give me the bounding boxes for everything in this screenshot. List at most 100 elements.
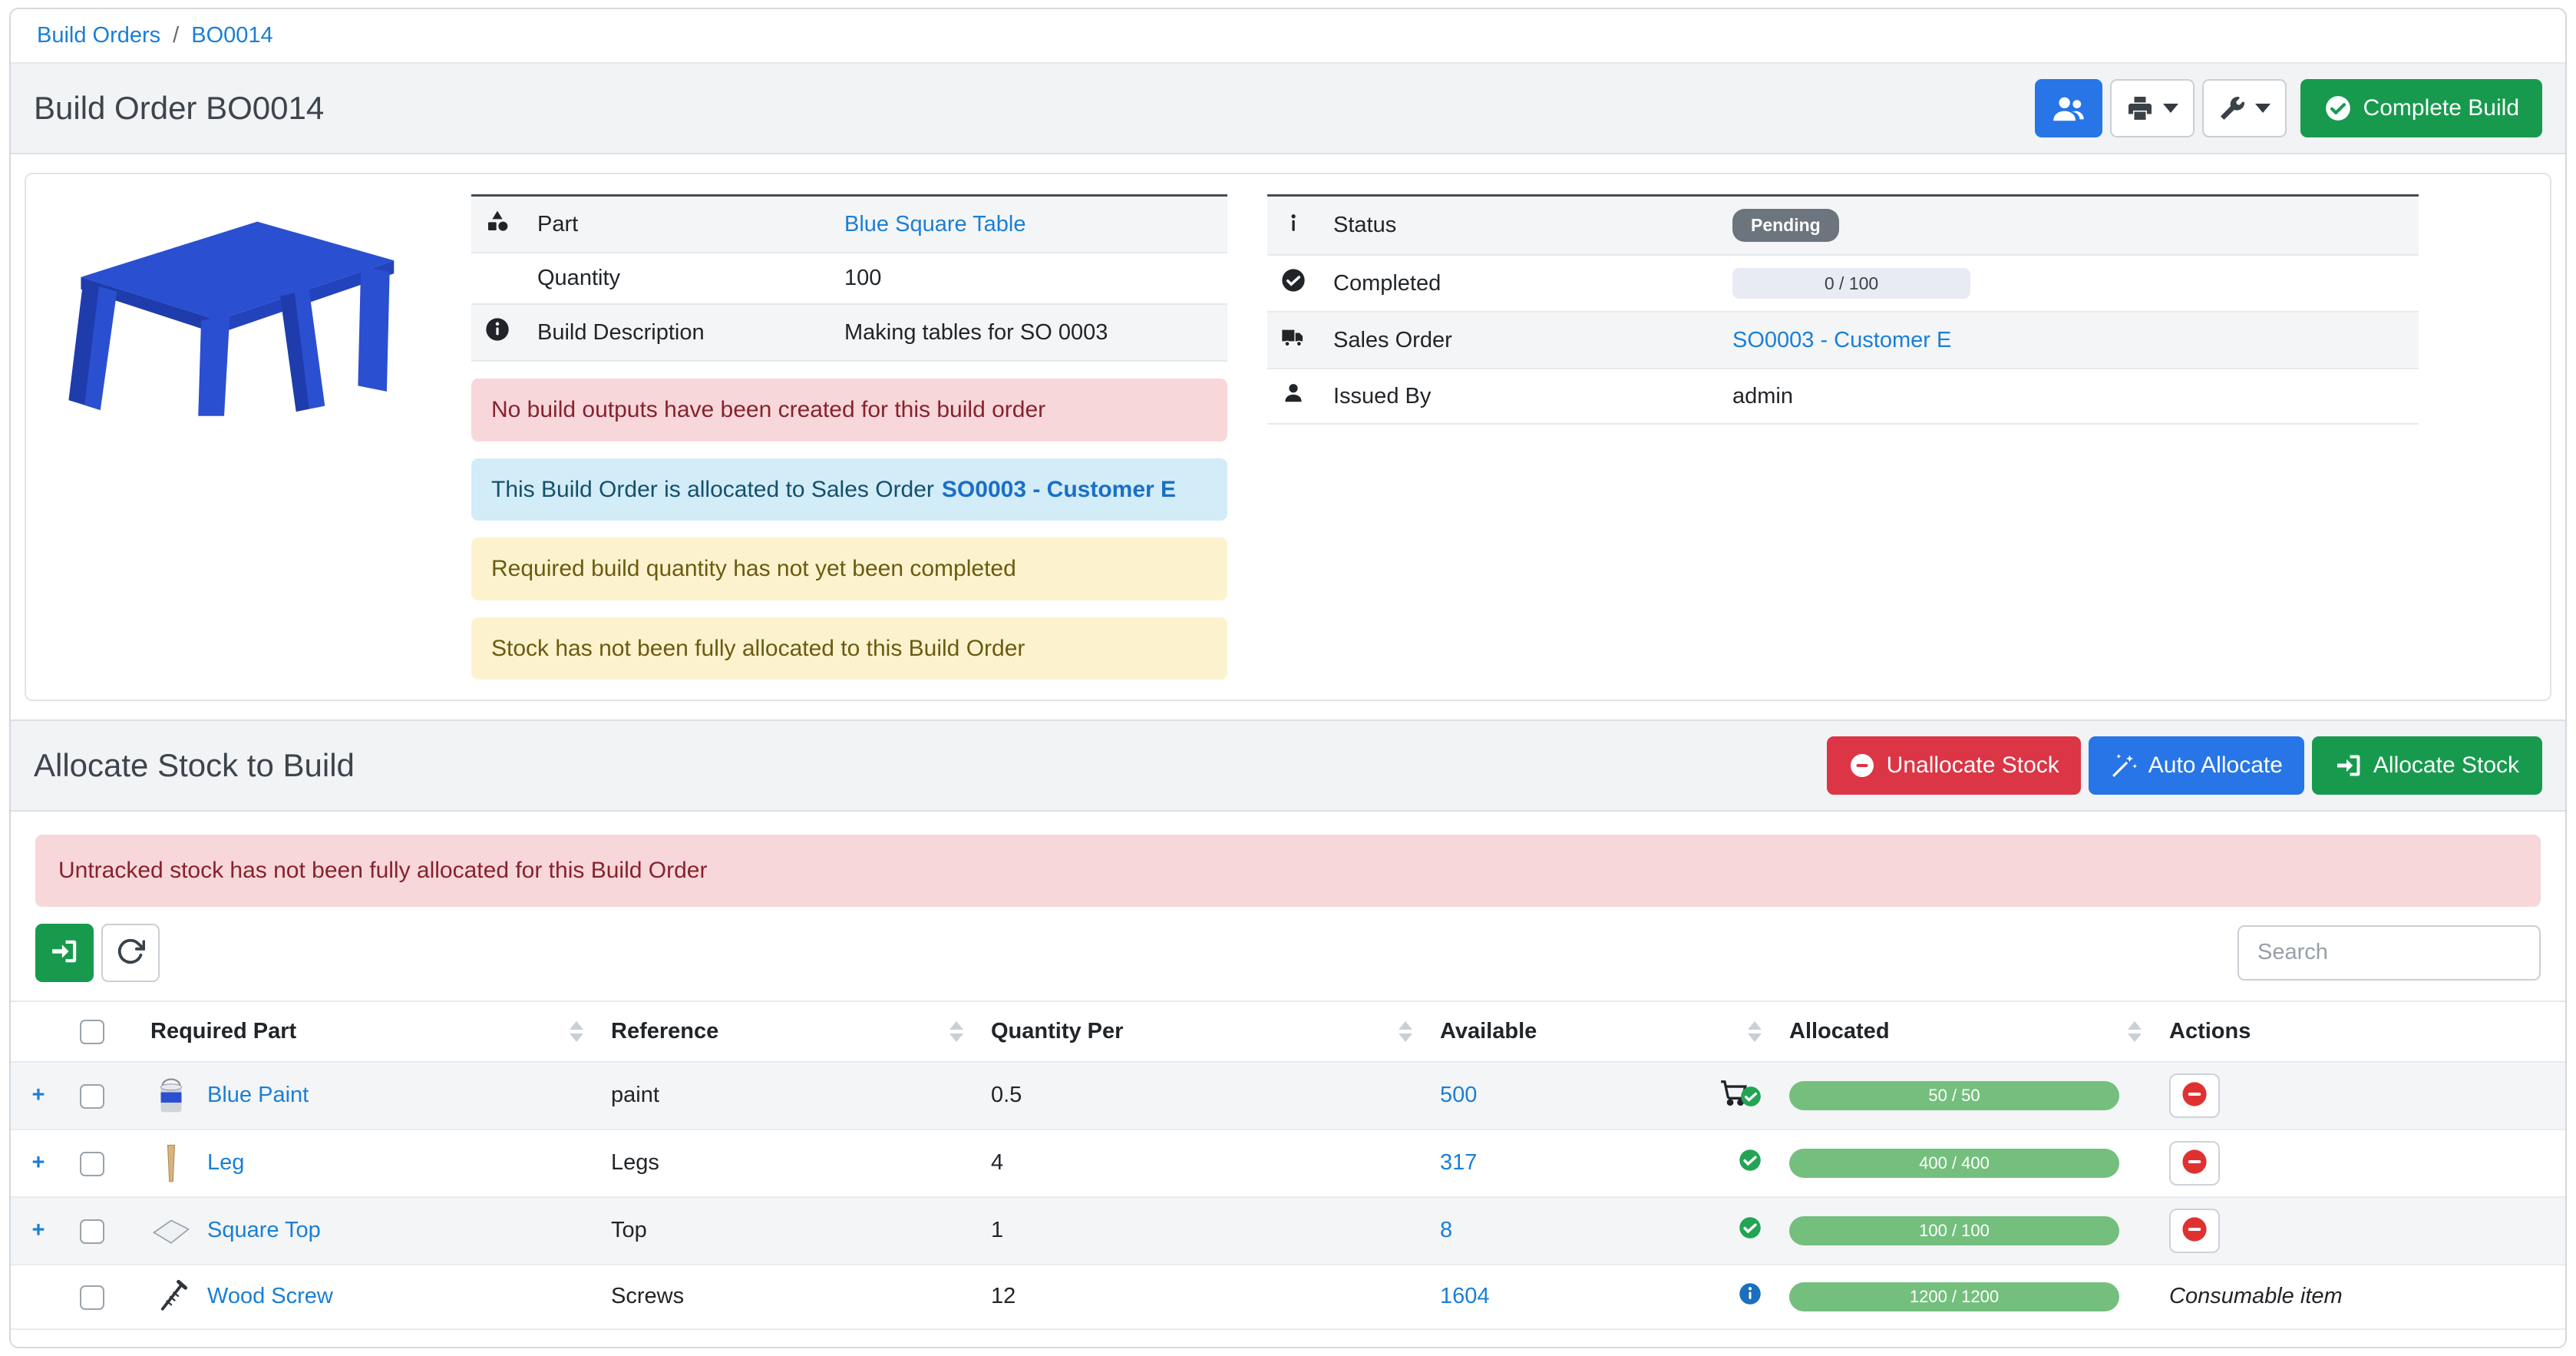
header-actions: Complete Build	[2035, 79, 2542, 137]
check-circle-icon	[2323, 94, 2353, 123]
header-quantity-per[interactable]: Quantity Per	[977, 1001, 1426, 1062]
detail-row-part: Part Blue Square Table	[471, 196, 1227, 253]
blank-icon-cell	[471, 253, 523, 304]
caret-down-icon	[2255, 104, 2271, 113]
print-dropdown-button[interactable]	[2110, 79, 2195, 137]
allocate-selected-button[interactable]	[35, 924, 94, 982]
quantity-per-cell: 0.5	[977, 1062, 1426, 1129]
description-value: Making tables for SO 0003	[831, 304, 1227, 361]
part-link[interactable]: Wood Screw	[207, 1284, 333, 1309]
complete-build-button[interactable]: Complete Build	[2300, 79, 2542, 137]
available-stock-link[interactable]: 500	[1440, 1083, 1477, 1108]
auto-allocate-button[interactable]: Auto Allocate	[2089, 736, 2304, 795]
check-circle-icon	[1739, 1216, 1762, 1245]
available-icons	[1719, 1078, 1762, 1113]
expand-row-button[interactable]: +	[11, 1062, 66, 1129]
allocation-table: Required Part Reference Quantity Per Ava…	[11, 1000, 2565, 1330]
toolbar-buttons	[35, 924, 160, 982]
row-checkbox[interactable]	[80, 1152, 104, 1176]
alert-allocated-text: This Build Order is allocated to Sales O…	[491, 477, 934, 502]
breadcrumb-current[interactable]: BO0014	[191, 23, 272, 48]
allocated-progress-bar: 50 / 50	[1789, 1081, 2119, 1110]
breadcrumb-build-orders[interactable]: Build Orders	[37, 23, 160, 48]
unallocate-row-button[interactable]	[2169, 1073, 2220, 1118]
allocated-progress-bar: 400 / 400	[1789, 1149, 2119, 1178]
info-icon	[1267, 196, 1319, 256]
quantity-per-cell: 1	[977, 1197, 1426, 1265]
issued-by-button[interactable]	[2035, 79, 2102, 137]
check-circle-icon	[1267, 255, 1319, 312]
issued-by-row: Issued By admin	[1267, 369, 2419, 424]
refresh-button[interactable]	[101, 924, 160, 982]
unallocate-row-button[interactable]	[2169, 1209, 2220, 1253]
row-checkbox[interactable]	[80, 1285, 104, 1310]
build-status-table-col: Status Pending Completed 0 / 100 Sales O…	[1267, 194, 2419, 680]
available-stock-link[interactable]: 1604	[1440, 1284, 1490, 1309]
blue-table-image	[48, 194, 424, 425]
row-checkbox[interactable]	[80, 1219, 104, 1244]
minus-circle-icon	[2181, 1149, 2208, 1177]
allocate-stock-header: Allocate Stock to Build Unallocate Stock…	[11, 719, 2565, 812]
completed-progress-bar: 0 / 100	[1732, 268, 1970, 299]
header-available[interactable]: Available	[1426, 1001, 1775, 1062]
expand-cell-empty	[11, 1265, 66, 1329]
build-details-card: Part Blue Square Table Quantity 100 Buil…	[25, 173, 2551, 701]
select-all-checkbox[interactable]	[80, 1020, 104, 1044]
search-input[interactable]	[2237, 925, 2541, 981]
sales-order-link[interactable]: SO0003 - Customer E	[1732, 328, 1951, 352]
part-link[interactable]: Blue Paint	[207, 1083, 309, 1108]
header-required-part[interactable]: Required Part	[137, 1001, 597, 1062]
available-stock-link[interactable]: 8	[1440, 1218, 1452, 1243]
header-reference[interactable]: Reference	[597, 1001, 977, 1062]
header-required-part-label: Required Part	[150, 1019, 296, 1044]
description-label: Build Description	[523, 304, 831, 361]
auto-allocate-label: Auto Allocate	[2148, 752, 2283, 779]
reference-cell: Legs	[597, 1129, 977, 1197]
minus-circle-icon	[1848, 752, 1876, 779]
alert-sales-order-link[interactable]: SO0003 - Customer E	[942, 477, 1176, 502]
unallocate-row-button[interactable]	[2169, 1141, 2220, 1186]
check-circle-icon	[1740, 1086, 1762, 1113]
allocate-stock-label: Allocate Stock	[2373, 752, 2519, 779]
info-circle-icon	[471, 304, 523, 361]
header-allocated[interactable]: Allocated	[1775, 1001, 2155, 1062]
unallocate-stock-button[interactable]: Unallocate Stock	[1827, 736, 2081, 795]
part-link[interactable]: Leg	[207, 1150, 244, 1176]
reference-cell: Screws	[597, 1265, 977, 1329]
detail-row-description: Build Description Making tables for SO 0…	[471, 304, 1227, 361]
sort-icon	[570, 1021, 583, 1042]
frame-footer	[11, 1330, 2565, 1347]
select-all-header	[66, 1001, 137, 1062]
part-link[interactable]: Blue Square Table	[844, 212, 1025, 236]
allocated-progress-text: 100 / 100	[1919, 1221, 1990, 1241]
table-header-row: Required Part Reference Quantity Per Ava…	[11, 1001, 2565, 1062]
build-detail-table-col: Part Blue Square Table Quantity 100 Buil…	[471, 194, 1227, 680]
part-label: Part	[523, 196, 831, 253]
sort-icon	[1748, 1021, 1762, 1042]
alert-no-build-outputs: No build outputs have been created for t…	[471, 379, 1227, 442]
minus-circle-icon	[2181, 1081, 2208, 1110]
status-badge: Pending	[1732, 209, 1839, 242]
reference-cell: paint	[597, 1062, 977, 1129]
expand-row-button[interactable]: +	[11, 1197, 66, 1265]
consumable-item-note: Consumable item	[2169, 1284, 2343, 1308]
part-link[interactable]: Square Top	[207, 1218, 321, 1243]
build-order-header: Build Order BO0014	[11, 64, 2565, 154]
sort-icon	[1399, 1021, 1412, 1042]
part-image	[48, 194, 431, 680]
allocate-stock-button[interactable]: Allocate Stock	[2312, 736, 2542, 795]
expand-header	[11, 1001, 66, 1062]
header-actions: Actions	[2155, 1001, 2565, 1062]
allocate-actions: Unallocate Stock Auto Allocate Allocate …	[1827, 736, 2542, 795]
row-checkbox[interactable]	[80, 1084, 104, 1109]
alert-untracked-stock: Untracked stock has not been fully alloc…	[35, 835, 2541, 907]
build-detail-table: Part Blue Square Table Quantity 100 Buil…	[471, 194, 1227, 362]
build-actions-dropdown-button[interactable]	[2202, 79, 2287, 137]
thumbnail-wood-screw	[150, 1276, 192, 1318]
caret-down-icon	[2163, 104, 2178, 113]
page-frame: Build Orders / BO0014 Build Order BO0014	[9, 8, 2567, 1348]
available-icons	[1739, 1282, 1762, 1311]
expand-row-button[interactable]: +	[11, 1129, 66, 1197]
table-row: + Blue Paint paint 0.5 500	[11, 1062, 2565, 1129]
available-stock-link[interactable]: 317	[1440, 1150, 1477, 1176]
